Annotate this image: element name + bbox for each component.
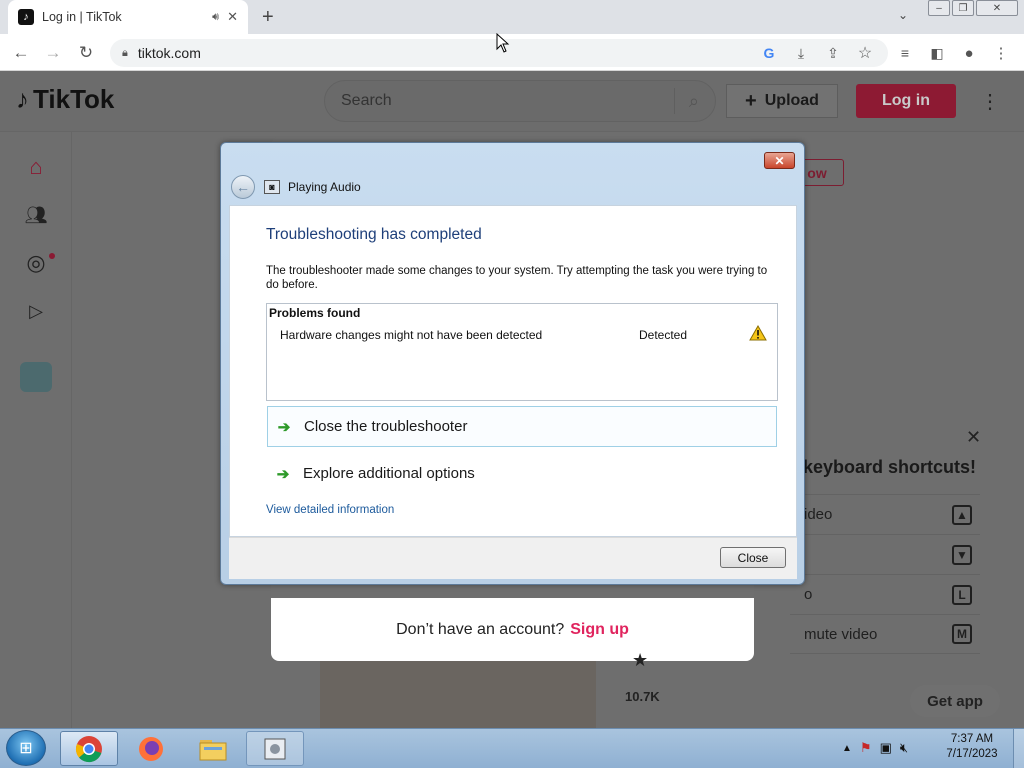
- search-placeholder: Search: [341, 92, 392, 109]
- tiktok-logo-text: TikTok: [33, 84, 115, 114]
- key-up-icon: ▲: [952, 504, 972, 525]
- dialog-close-icon[interactable]: ✕: [764, 152, 795, 169]
- tab-title: Log in | TikTok: [42, 10, 122, 24]
- signup-prompt: Don’t have an account?: [396, 620, 565, 638]
- signup-link[interactable]: Sign up: [570, 621, 629, 639]
- login-button[interactable]: Log in: [856, 84, 956, 118]
- green-arrow-icon: ➔: [277, 418, 291, 436]
- key-l-icon: L: [952, 584, 972, 605]
- firefox-icon: [139, 736, 163, 761]
- search-icon[interactable]: ⌕: [689, 91, 699, 112]
- clock[interactable]: 7:37 AM 7/17/2023: [936, 732, 1008, 762]
- show-desktop-button[interactable]: [1013, 729, 1024, 768]
- google-icon[interactable]: G: [758, 42, 780, 64]
- more-options-icon[interactable]: ⋮: [980, 89, 1000, 114]
- clock-time: 7:37 AM: [950, 733, 994, 745]
- video-thumbnail[interactable]: [320, 661, 596, 728]
- audio-playing-icon[interactable]: 🔊︎: [212, 11, 219, 24]
- dialog-heading: Troubleshooting has completed: [266, 226, 482, 243]
- shortcuts-title: keyboard shortcuts!: [803, 457, 977, 477]
- shortcut-label: o: [804, 586, 813, 603]
- folder-icon: [199, 739, 227, 760]
- shortcut-row: mute video M: [790, 614, 980, 654]
- star-icon[interactable]: ☆: [854, 42, 876, 64]
- explore-icon[interactable]: ◎: [22, 249, 50, 277]
- close-window-button[interactable]: ✕: [976, 0, 1018, 16]
- shortcut-label: ideo: [804, 506, 833, 523]
- download-icon[interactable]: ⤓: [790, 42, 812, 64]
- following-icon[interactable]: 👥︎: [22, 201, 50, 229]
- browser-tab[interactable]: ♪ Log in | TikTok 🔊︎ ✕: [8, 0, 248, 34]
- shortcut-row: o L: [790, 574, 980, 614]
- volume-muted-icon[interactable]: 🔇︎: [900, 740, 908, 756]
- tray-expand-icon[interactable]: ▲: [842, 743, 852, 754]
- view-details-link[interactable]: View detailed information: [266, 504, 394, 516]
- notification-dot: [49, 253, 55, 259]
- troubleshooter-icon: [264, 738, 286, 759]
- network-icon[interactable]: ▣: [880, 740, 892, 756]
- minimize-button[interactable]: –: [928, 0, 950, 16]
- profile-icon[interactable]: ●: [958, 42, 980, 64]
- search-input[interactable]: Search ⌕: [324, 80, 716, 122]
- problems-header: Problems found: [269, 306, 361, 320]
- media-icon[interactable]: ≡: [894, 42, 916, 64]
- close-button[interactable]: Close: [720, 547, 786, 568]
- shortcut-row: ▼: [790, 534, 980, 574]
- lock-icon: 🔒︎: [122, 46, 128, 59]
- explore-options-option[interactable]: ➔ Explore additional options: [267, 453, 777, 494]
- shortcuts-close-icon[interactable]: ✕: [966, 427, 981, 448]
- reload-icon[interactable]: ↻: [75, 42, 97, 64]
- home-icon[interactable]: ⌂: [22, 153, 50, 181]
- start-button[interactable]: ⊞: [6, 730, 46, 766]
- dialog-title: Playing Audio: [288, 180, 361, 194]
- shortcut-row: ideo ▲: [790, 494, 980, 534]
- upload-label: Upload: [764, 92, 819, 109]
- back-icon[interactable]: ←: [10, 42, 32, 64]
- key-m-icon: M: [952, 624, 972, 644]
- green-arrow-icon: ➔: [276, 465, 290, 483]
- dialog-footer: [229, 537, 797, 579]
- tiktok-favicon-icon: ♪: [18, 9, 34, 25]
- get-app-button[interactable]: Get app: [910, 685, 1000, 717]
- signup-bar: Don’t have an account? Sign up: [271, 598, 754, 661]
- tab-search-icon[interactable]: ⌄: [898, 8, 908, 22]
- firefox-taskbar-icon[interactable]: [122, 731, 180, 766]
- problem-name: Hardware changes might not have been det…: [280, 328, 543, 342]
- mouse-cursor-icon: [496, 33, 510, 53]
- avatar[interactable]: [20, 362, 52, 392]
- system-tray: ▲ ⚑ ▣ 🔇︎: [842, 736, 908, 760]
- explorer-taskbar-icon[interactable]: [184, 731, 242, 766]
- option-explore-label: Explore additional options: [303, 465, 475, 482]
- back-arrow-icon[interactable]: ←: [231, 175, 255, 199]
- option-close-label: Close the troubleshooter: [304, 418, 468, 435]
- menu-icon[interactable]: ⋮: [990, 42, 1012, 64]
- shortcut-label: mute video: [804, 625, 878, 643]
- tiktok-note-icon: ♪: [16, 84, 29, 114]
- speaker-app-icon: ◙: [264, 180, 280, 194]
- dialog-description: The troubleshooter made some changes to …: [266, 265, 768, 291]
- share-icon[interactable]: ⇪: [822, 42, 844, 64]
- live-icon[interactable]: ▷: [22, 297, 50, 325]
- chrome-taskbar-icon[interactable]: [60, 731, 118, 766]
- chrome-icon: [75, 735, 102, 762]
- close-troubleshooter-option[interactable]: ➔ Close the troubleshooter: [267, 406, 777, 447]
- key-down-icon: ▼: [952, 544, 972, 565]
- sidepanel-icon[interactable]: ◧: [926, 42, 948, 64]
- upload-button[interactable]: + Upload: [726, 84, 838, 118]
- url-text: tiktok.com: [137, 45, 201, 61]
- tab-close-icon[interactable]: ✕: [227, 9, 238, 25]
- search-divider: [673, 88, 675, 114]
- troubleshooter-taskbar-icon[interactable]: [246, 731, 304, 766]
- action-center-icon[interactable]: ⚑: [860, 740, 872, 756]
- bookmark-icon[interactable]: ★: [632, 650, 648, 671]
- likes-count: 10.7K: [625, 689, 660, 704]
- new-tab-button[interactable]: +: [262, 6, 274, 29]
- forward-icon[interactable]: →: [42, 42, 64, 64]
- tiktok-logo[interactable]: ♪ TikTok: [16, 84, 114, 115]
- restore-button[interactable]: ❐: [952, 0, 974, 16]
- plus-icon: +: [745, 89, 757, 112]
- problem-status: Detected: [639, 328, 688, 342]
- clock-date: 7/17/2023: [946, 748, 998, 760]
- warning-icon: [749, 325, 767, 341]
